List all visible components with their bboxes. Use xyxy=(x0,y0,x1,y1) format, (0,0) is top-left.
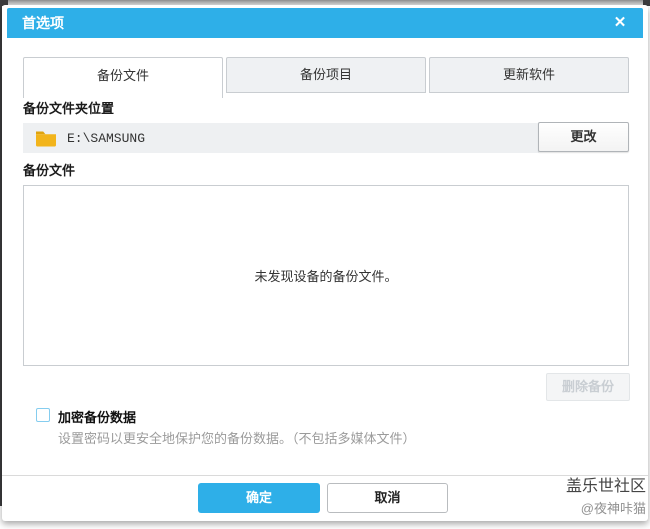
backup-files-list[interactable]: 未发现设备的备份文件。 xyxy=(23,185,629,366)
encrypt-backup-label[interactable]: 加密备份数据 xyxy=(58,407,136,426)
backup-folder-path-field: E:\SAMSUNG xyxy=(23,123,539,153)
change-folder-button[interactable]: 更改 xyxy=(538,122,629,152)
encrypt-backup-checkbox[interactable] xyxy=(36,408,50,422)
tab-backup-files[interactable]: 备份文件 xyxy=(23,57,223,98)
screen: 首选项 ✕ 备份文件 备份项目 更新软件 备份文件夹位置 E:\SAMSUNG … xyxy=(0,0,650,529)
ok-button[interactable]: 确定 xyxy=(198,483,320,513)
watermark-author: @夜神咔猫 xyxy=(580,501,646,516)
tab-bar: 备份文件 备份项目 更新软件 xyxy=(23,57,629,98)
encrypt-backup-description: 设置密码以更安全地保护您的备份数据。（不包括多媒体文件） xyxy=(58,431,416,446)
dialog-titlebar: 首选项 ✕ xyxy=(7,8,643,38)
delete-backup-button-disabled: 删除备份 xyxy=(546,373,630,401)
empty-list-message: 未发现设备的备份文件。 xyxy=(254,269,398,284)
backup-files-label: 备份文件 xyxy=(23,163,76,178)
dialog-title: 首选项 xyxy=(22,15,64,31)
footer-divider xyxy=(2,475,648,476)
backup-folder-path: E:\SAMSUNG xyxy=(67,130,146,146)
backup-folder-location-label: 备份文件夹位置 xyxy=(23,101,115,116)
cancel-button[interactable]: 取消 xyxy=(327,483,448,513)
tab-update-software[interactable]: 更新软件 xyxy=(429,57,629,93)
watermark: 盖乐世社区 @夜神咔猫 xyxy=(566,476,646,520)
watermark-community: 盖乐世社区 xyxy=(565,478,646,495)
tab-backup-items[interactable]: 备份项目 xyxy=(226,57,426,93)
folder-icon xyxy=(35,129,57,147)
preferences-dialog: 首选项 ✕ 备份文件 备份项目 更新软件 备份文件夹位置 E:\SAMSUNG … xyxy=(2,5,648,521)
close-icon[interactable]: ✕ xyxy=(605,8,635,38)
